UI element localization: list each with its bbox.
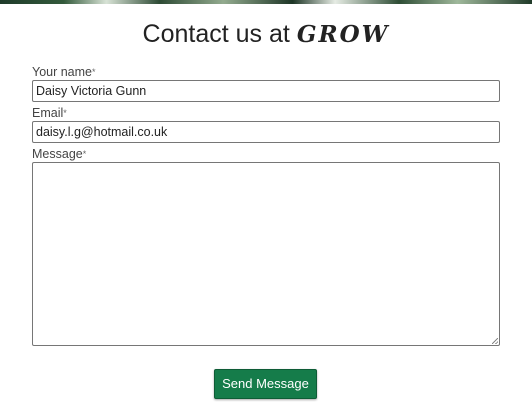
resize-handle-icon[interactable] [492, 338, 498, 344]
header-banner-image [0, 0, 532, 4]
send-message-button[interactable]: Send Message [214, 369, 317, 399]
brand-logo-text: GROW [296, 21, 390, 48]
email-label: Email* [32, 105, 500, 121]
email-label-text: Email [32, 106, 64, 120]
message-label: Message* [32, 146, 500, 162]
page-title: Contact us at GROW [0, 20, 532, 49]
message-label-text: Message [32, 147, 83, 161]
message-required-mark: * [82, 149, 87, 159]
name-label-text: Your name [32, 65, 92, 79]
message-textarea[interactable] [32, 162, 500, 346]
email-required-mark: * [63, 108, 67, 118]
name-field[interactable]: Daisy Victoria Gunn [32, 80, 500, 102]
page-title-text: Contact us at [142, 20, 290, 48]
name-label: Your name* [32, 64, 500, 80]
contact-form: Your name* Daisy Victoria Gunn Email* da… [32, 64, 500, 346]
email-field[interactable]: daisy.l.g@hotmail.co.uk [32, 121, 500, 143]
name-required-mark: * [92, 67, 96, 77]
